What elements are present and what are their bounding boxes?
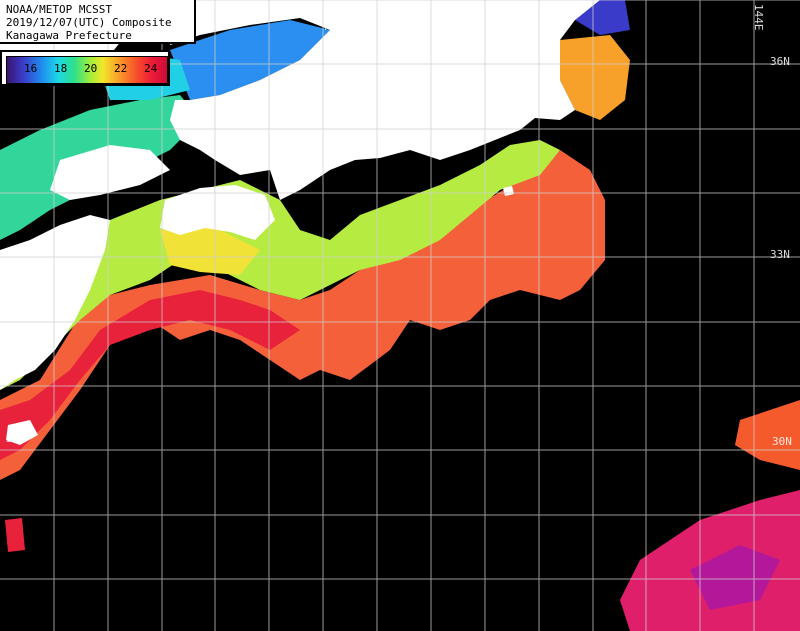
temperature-legend: 16 18 20 22 24 <box>0 50 170 86</box>
title-line-2: 2019/12/07(UTC) Composite <box>6 16 172 29</box>
title-line-1: NOAA/METOP MCSST <box>6 3 112 16</box>
title-line-3: Kanagawa Prefecture <box>6 29 132 42</box>
grid-label-30n-left: 30N <box>6 432 26 445</box>
grid-label-30n-right: 30N <box>772 435 792 448</box>
grid-label-33n: 33N <box>770 248 790 261</box>
grid-label-36n: 36N <box>770 55 790 68</box>
sst-south-patch <box>5 518 25 552</box>
legend-label-18: 18 <box>54 62 68 75</box>
grid-label-136e: 136E <box>322 4 335 31</box>
legend-label-22: 22 <box>114 62 128 75</box>
sst-map-view: NOAA/METOP MCSST 2019/12/07(UTC) Composi… <box>0 0 800 631</box>
map-title-box: NOAA/METOP MCSST 2019/12/07(UTC) Composi… <box>0 0 196 44</box>
sea-surface-temperature-map <box>0 0 800 631</box>
legend-label-16: 16 <box>24 62 38 75</box>
grid-label-144e: 144E <box>752 4 765 31</box>
legend-label-24: 24 <box>144 62 158 75</box>
legend-label-20: 20 <box>84 62 98 75</box>
